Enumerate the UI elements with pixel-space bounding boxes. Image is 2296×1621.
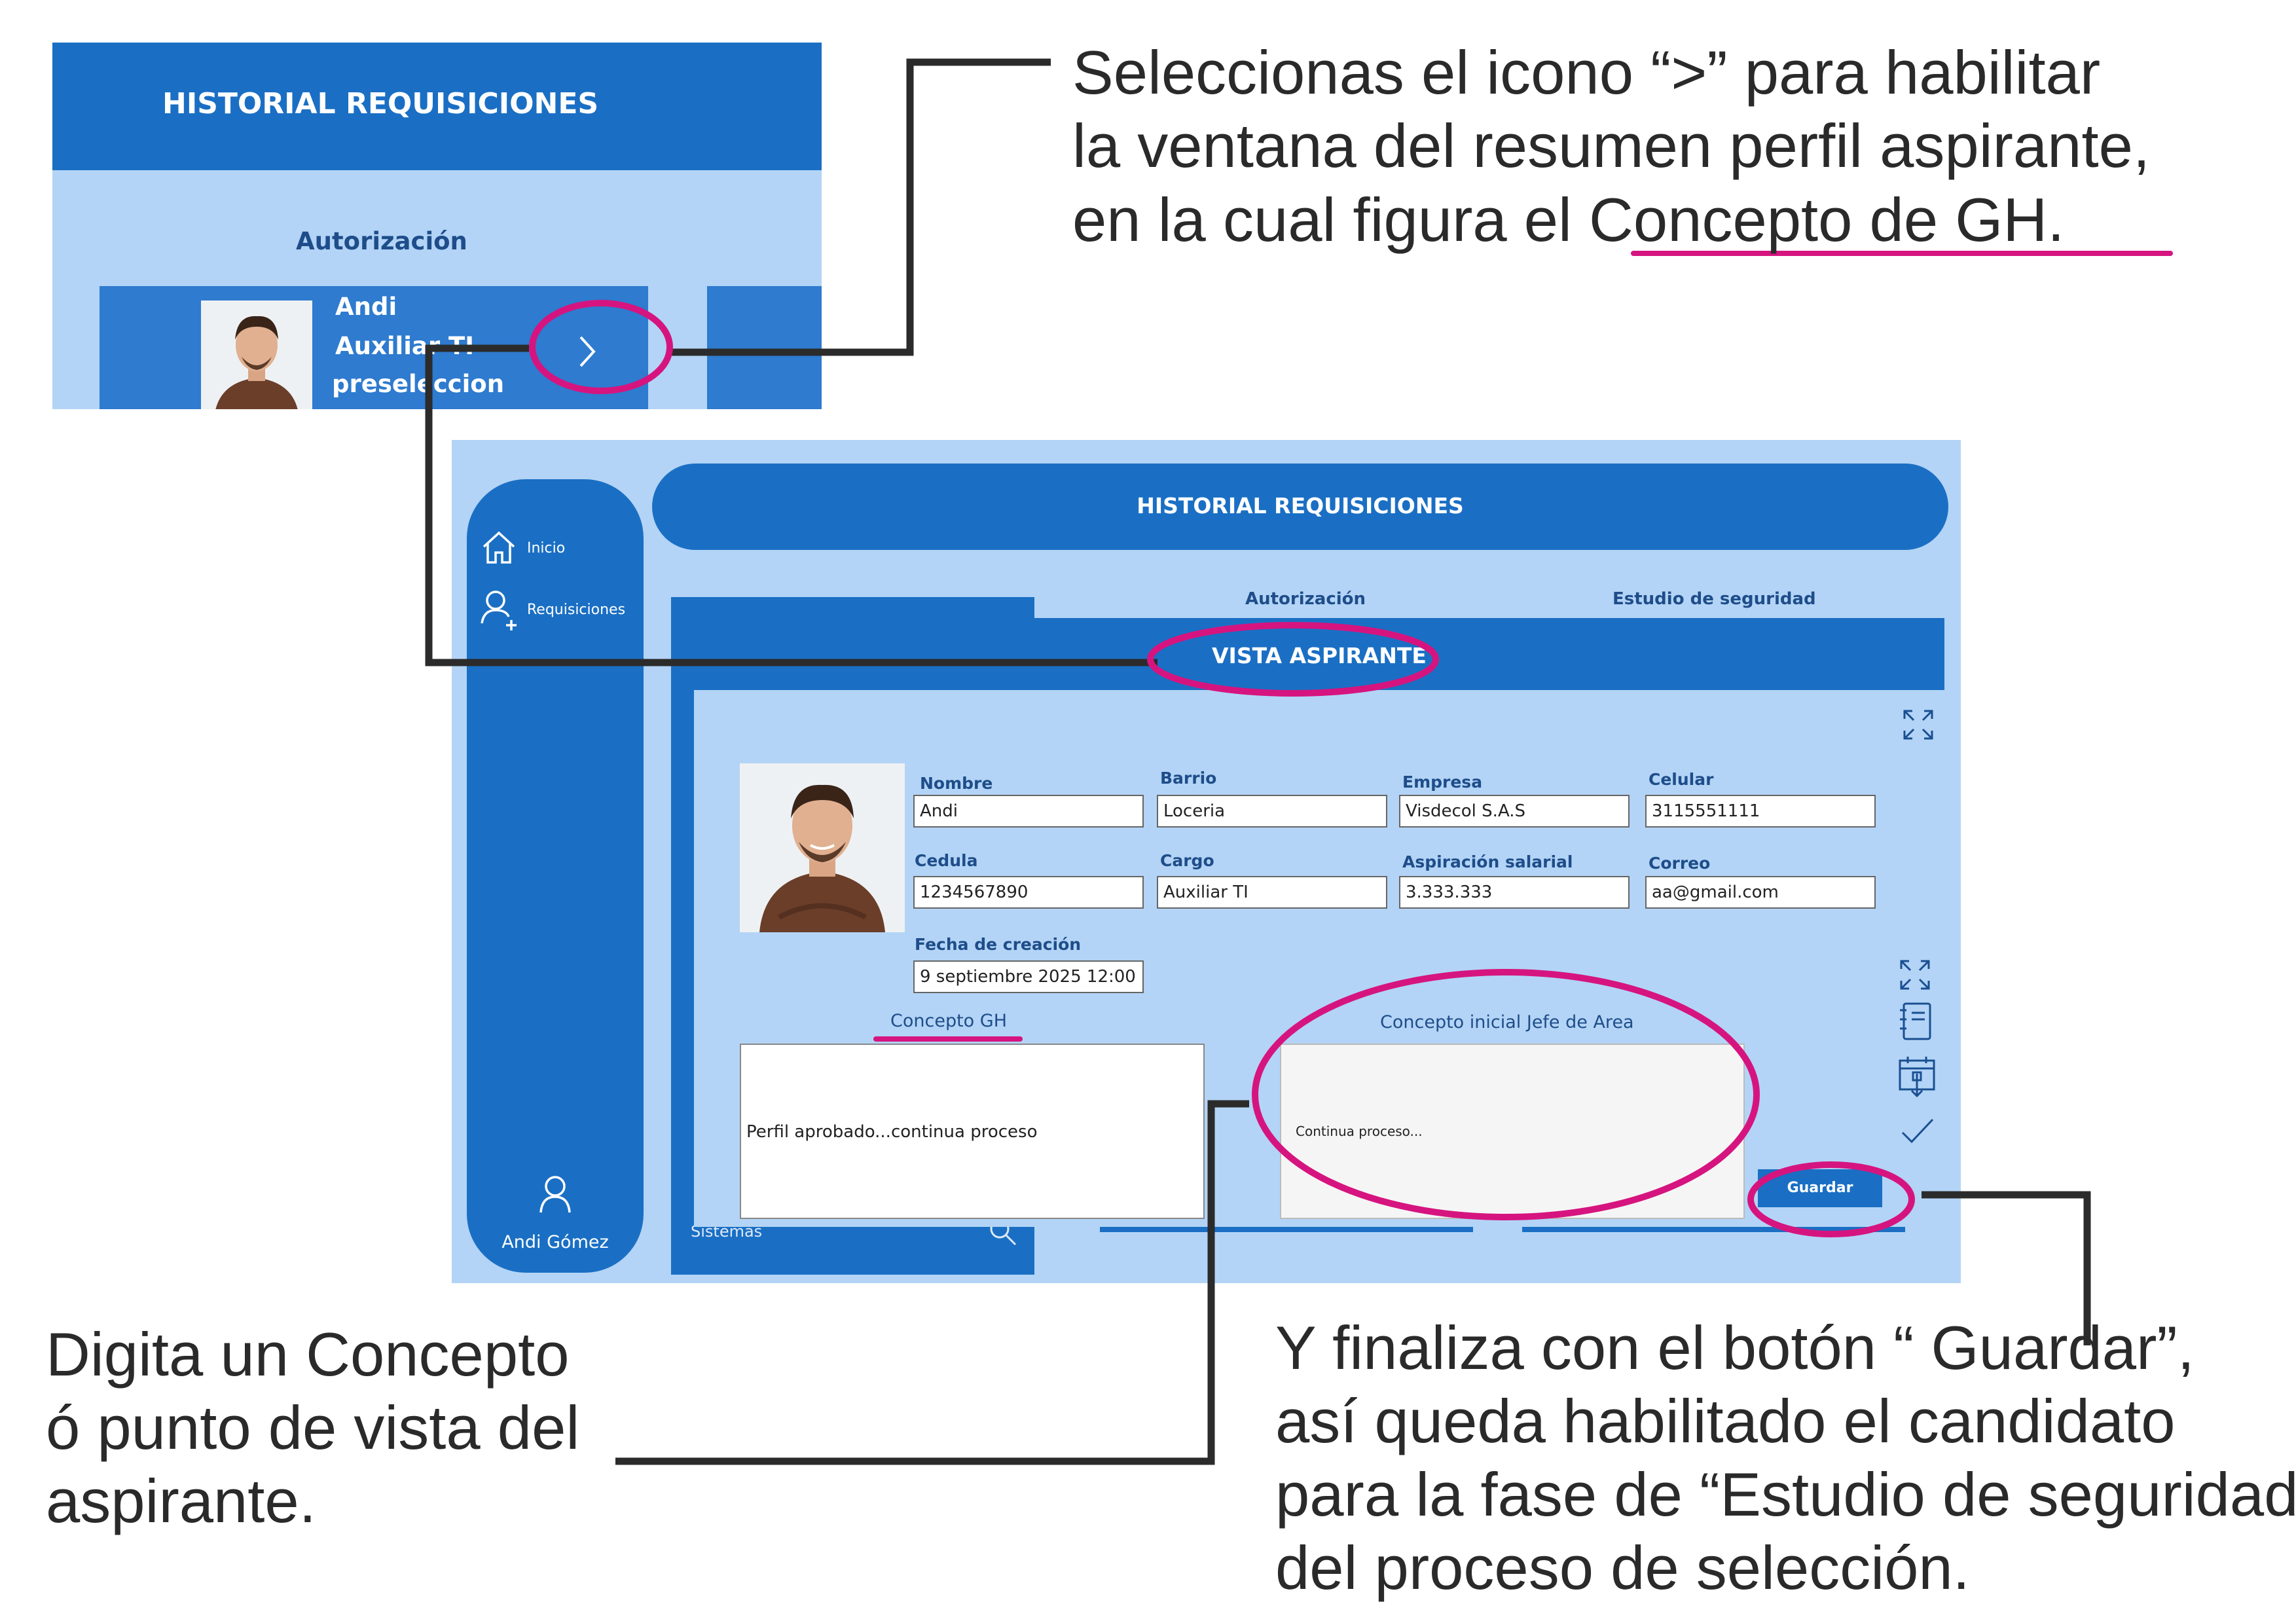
annotation-bottom-left-line-2: ó punto de vista del	[46, 1393, 580, 1462]
annotation-top-line-3: en la cual figura el Concepto de GH.	[1072, 185, 2065, 254]
highlight-guardar	[1747, 1161, 1915, 1237]
annotation-bottom-left-line-3: aspirante.	[46, 1466, 316, 1535]
connector-chevron-to-title	[425, 344, 1157, 666]
highlight-chevron	[529, 300, 673, 394]
highlight-concepto-jefe	[1252, 969, 1760, 1220]
annotation-bottom-right-line-1: Y finaliza con el botón “ Guardar”,	[1275, 1313, 2195, 1382]
highlight-underlines	[873, 251, 2173, 1042]
annotation-bottom-right-line-3: para la fase de “Estudio de seguridad”	[1275, 1460, 2296, 1529]
annotation-bottom-right-line-4: del proceso de selección.	[1275, 1533, 1970, 1602]
connector-concepto	[615, 1100, 1249, 1465]
annotation-bottom-left-line-1: Digita un Concepto	[46, 1320, 570, 1389]
highlight-ellipses	[529, 300, 1915, 1237]
annotation-bottom-right-line-2: así queda habilitado el candidato	[1275, 1387, 2176, 1455]
connector-lines	[425, 58, 2091, 1465]
annotation-top-line-1: Seleccionas el icono “>” para habilitar	[1072, 38, 2101, 107]
highlight-dialog-title	[1147, 622, 1439, 697]
connector-top	[671, 58, 1051, 356]
annotation-top-line-2: la ventana del resumen perfil aspirante,	[1072, 111, 2150, 180]
